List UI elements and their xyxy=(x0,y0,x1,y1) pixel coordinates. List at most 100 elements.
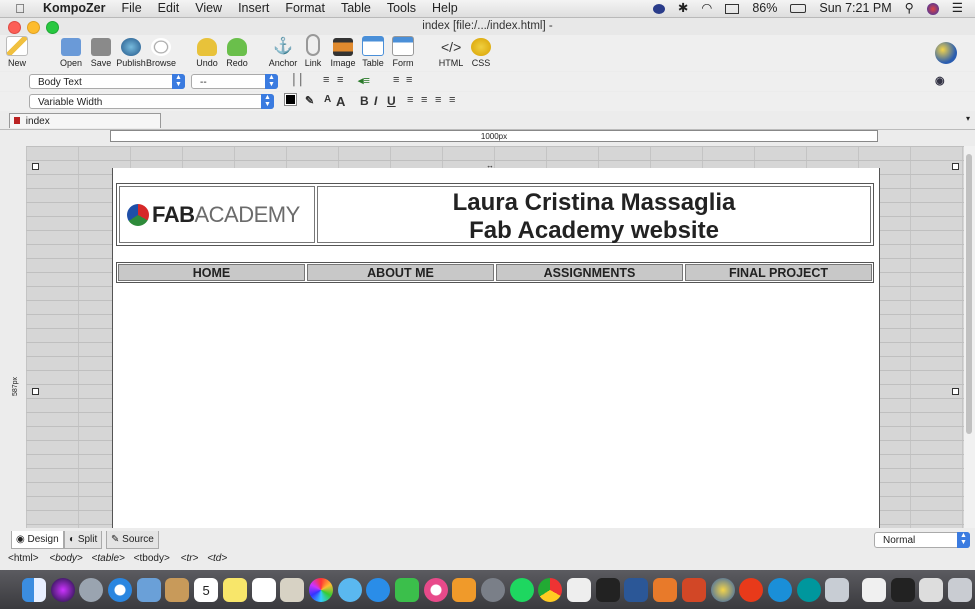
calendar-icon[interactable]: 5 xyxy=(194,577,219,602)
edit-mode-select[interactable]: Normal ▲ ▼ xyxy=(874,532,970,548)
font-larger-icon[interactable]: A xyxy=(336,94,345,109)
menu-help[interactable]: Help xyxy=(424,0,466,17)
menu-file[interactable]: File xyxy=(114,0,150,17)
menu-view[interactable]: View xyxy=(187,0,230,17)
paragraph-style-select[interactable]: Body Text ▲ ▼ xyxy=(29,74,185,89)
preview-icon[interactable] xyxy=(136,577,161,602)
menu-format[interactable]: Format xyxy=(277,0,333,17)
downloads-icon[interactable] xyxy=(919,577,944,602)
messages-icon[interactable] xyxy=(337,577,362,602)
save-button[interactable]: Save xyxy=(86,38,116,68)
indent-icon[interactable]: ≡ xyxy=(393,74,399,86)
notes-dock-icon[interactable] xyxy=(165,577,190,602)
facetime-icon[interactable] xyxy=(394,577,419,602)
anchor-button[interactable]: ⚓ Anchor xyxy=(268,38,298,68)
reminders-icon[interactable] xyxy=(251,577,276,602)
bluetooth-icon[interactable]: ✱ xyxy=(678,0,688,17)
tab-split[interactable]: ◐ Split xyxy=(64,531,103,549)
system-preferences-icon[interactable] xyxy=(481,577,505,602)
tag-tbody[interactable]: <tbody> xyxy=(134,553,170,564)
image-button[interactable]: Image xyxy=(328,38,358,68)
align-center-icon[interactable]: ≡ xyxy=(421,94,427,106)
clock[interactable]: Sun 7:21 PM xyxy=(819,0,891,17)
design-canvas[interactable]: ↔ FABACADEMY Laura Cristina Massaglia Fa… xyxy=(26,146,964,528)
html-button[interactable]: </> HTML xyxy=(436,38,466,68)
arduino-icon[interactable] xyxy=(796,577,821,602)
textedit-icon[interactable] xyxy=(567,577,592,602)
finder-icon[interactable] xyxy=(22,577,46,602)
tag-td[interactable]: <td> xyxy=(207,553,227,564)
undo-button[interactable]: Undo xyxy=(192,38,222,68)
resize-handle-mr[interactable] xyxy=(952,388,959,395)
launchpad-icon[interactable] xyxy=(79,577,104,602)
minimize-window-button[interactable] xyxy=(27,21,40,34)
document-dock-icon[interactable] xyxy=(861,577,886,602)
word-icon[interactable] xyxy=(624,577,649,602)
tab-design[interactable]: ◉ Design xyxy=(11,531,64,549)
tab-source[interactable]: ✎ Source xyxy=(106,531,159,549)
align-right-icon[interactable]: ≡ xyxy=(435,94,441,106)
chrome-icon[interactable] xyxy=(538,577,563,602)
scrollbar-thumb[interactable] xyxy=(966,154,972,434)
open-button[interactable]: Open xyxy=(56,38,86,68)
fusion-icon[interactable] xyxy=(653,577,678,602)
kompozer-dock-icon[interactable] xyxy=(710,577,735,602)
align-justify-icon[interactable]: ≡ xyxy=(449,94,455,106)
bullet-list-icon[interactable]: ≡ xyxy=(337,74,343,86)
quicktime-icon[interactable] xyxy=(767,577,792,602)
underline-icon[interactable]: U xyxy=(387,94,396,108)
align-left-icon[interactable]: ≡ xyxy=(407,94,413,106)
link-button[interactable]: Link xyxy=(298,34,328,68)
battery-percent[interactable]: 86% xyxy=(752,0,777,17)
menu-tools[interactable]: Tools xyxy=(379,0,424,17)
highlight-icon[interactable]: ✎ xyxy=(305,94,314,107)
kompozer-globe-icon[interactable] xyxy=(935,42,957,64)
redo-button[interactable]: Redo xyxy=(222,38,252,68)
tab-index[interactable]: index xyxy=(9,113,161,128)
nav-table[interactable]: HOME ABOUT ME ASSIGNMENTS FINAL PROJECT xyxy=(116,262,874,283)
photos-icon[interactable] xyxy=(308,577,333,602)
font-select[interactable]: -- ▲ ▼ xyxy=(191,74,278,89)
inkscape-icon[interactable] xyxy=(595,577,620,602)
zoom-window-button[interactable] xyxy=(46,21,59,34)
itunes-icon[interactable] xyxy=(423,577,448,602)
safari-icon[interactable] xyxy=(108,577,133,602)
apple-icon[interactable]:  xyxy=(13,1,27,16)
nav-about-me[interactable]: ABOUT ME xyxy=(307,264,494,281)
page-body[interactable]: FABACADEMY Laura Cristina Massaglia Fab … xyxy=(112,168,880,528)
title-cell[interactable]: Laura Cristina Massaglia Fab Academy web… xyxy=(317,186,871,244)
photo-booth-icon[interactable] xyxy=(280,577,305,602)
tag-html[interactable]: <html> xyxy=(8,553,39,564)
notification-center-icon[interactable]: ☰ xyxy=(952,0,963,17)
settings-icon[interactable]: ◉ xyxy=(935,74,945,87)
italic-icon[interactable]: I xyxy=(374,94,377,108)
battery-icon[interactable] xyxy=(790,4,807,13)
menu-edit[interactable]: Edit xyxy=(150,0,188,17)
stickies-icon[interactable] xyxy=(825,577,850,602)
app-store-icon[interactable] xyxy=(366,577,391,602)
table-button[interactable]: Table xyxy=(358,36,388,68)
siri-dock-icon[interactable] xyxy=(50,577,75,602)
app-menu[interactable]: KompoZer xyxy=(37,0,114,17)
new-button[interactable]: New xyxy=(2,36,32,68)
close-window-button[interactable] xyxy=(8,21,21,34)
spotlight-icon[interactable]: ⚲ xyxy=(905,0,914,17)
powerpoint-icon[interactable] xyxy=(681,577,706,602)
resize-handle-ml[interactable] xyxy=(32,388,39,395)
outdent-icon[interactable]: ◂≡ xyxy=(358,74,370,87)
tag-body[interactable]: <body> xyxy=(49,553,82,564)
tab-list-chevron-icon[interactable]: ▾ xyxy=(966,114,970,123)
logo-cell[interactable]: FABACADEMY xyxy=(119,186,315,243)
form-button[interactable]: Form xyxy=(388,36,418,68)
spotify-icon[interactable] xyxy=(509,577,534,602)
tag-tr[interactable]: <tr> xyxy=(181,553,199,564)
ibooks-icon[interactable] xyxy=(452,577,477,602)
vertical-scrollbar[interactable] xyxy=(964,146,975,528)
sync-icon[interactable] xyxy=(652,3,665,14)
flame-app-icon[interactable] xyxy=(739,577,764,602)
indent-right-icon[interactable]: ≡ xyxy=(406,74,412,86)
notes-icon[interactable] xyxy=(222,577,247,602)
trash-icon[interactable] xyxy=(948,577,972,602)
nav-assignments[interactable]: ASSIGNMENTS xyxy=(496,264,683,281)
wifi-icon[interactable]: ◠ xyxy=(701,0,712,17)
